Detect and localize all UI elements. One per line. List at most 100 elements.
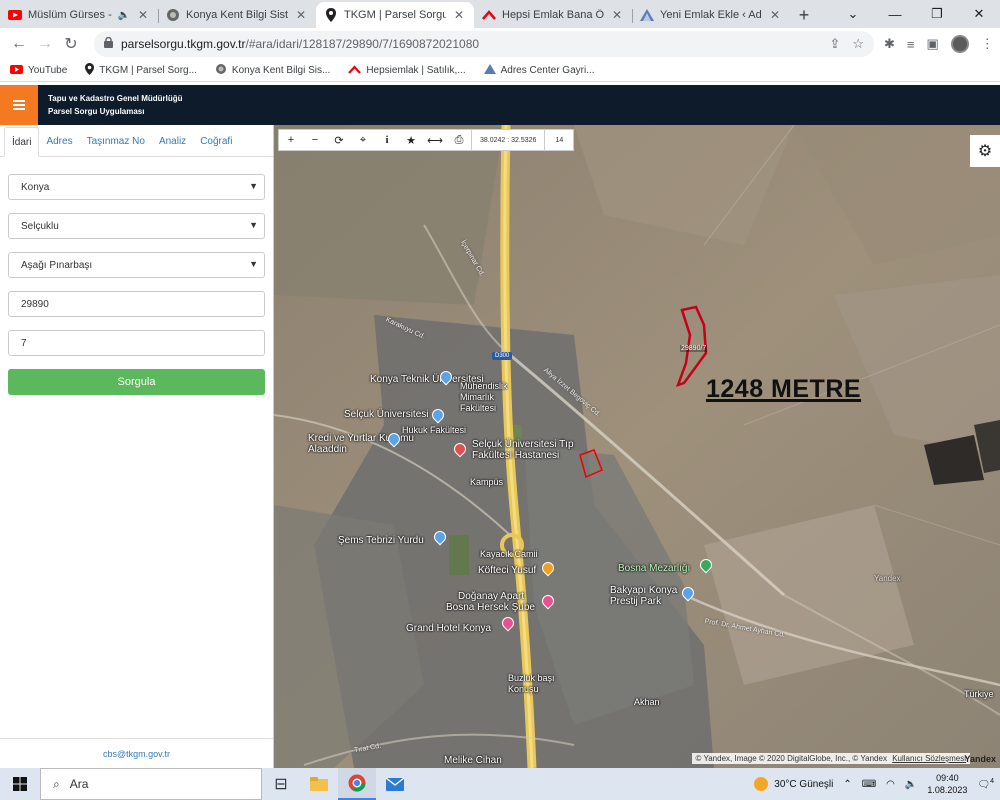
hamburger-icon <box>13 100 25 110</box>
sorgula-button[interactable]: Sorgula <box>8 369 265 395</box>
forward-icon[interactable]: → <box>32 35 58 53</box>
poi-label[interactable]: Kampüs <box>470 477 503 488</box>
close-window-icon[interactable]: ✕ <box>958 0 1000 28</box>
refresh-icon[interactable]: ⟳ <box>327 134 351 147</box>
bookmark-tkgm[interactable]: TKGM | Parsel Sorg... <box>85 63 197 78</box>
app-header: Tapu ve Kadastro Genel Müdürlüğü Parsel … <box>0 85 1000 125</box>
start-button[interactable] <box>0 777 40 791</box>
adres-icon <box>483 64 496 77</box>
parsel-input[interactable]: 7 <box>8 330 265 356</box>
il-select[interactable]: Konya ▼ <box>8 174 265 200</box>
browser-tab-4[interactable]: Hepsi Emlak Bana Özel ✕ <box>474 2 632 28</box>
poi-label[interactable]: Selçuk Üniversitesi <box>344 409 428 420</box>
poi-label[interactable]: Doğanay Apart <box>458 591 524 602</box>
share-icon[interactable]: ⇪ <box>829 36 840 52</box>
clock[interactable]: 09:40 1.08.2023 <box>927 772 967 796</box>
mahalle-select[interactable]: Aşağı Pınarbaşı ▼ <box>8 252 265 278</box>
ilce-select[interactable]: Selçuklu ▼ <box>8 213 265 239</box>
task-view-icon[interactable]: ⊟ <box>262 768 300 800</box>
info-icon[interactable]: i <box>375 134 399 146</box>
media-control-icon[interactable]: ≡ <box>907 37 915 52</box>
print-icon[interactable]: ⎙ <box>447 134 471 147</box>
bookmarks-bar: YouTube TKGM | Parsel Sorg... Konya Kent… <box>0 60 1000 82</box>
map-view[interactable]: + − ⟳ ⌖ i ★ ⟷ ⎙ 38.0242 : 32.5326 14 ⚙ D… <box>274 125 1000 768</box>
favorite-star-icon[interactable]: ★ <box>399 134 423 147</box>
map-toolbar: + − ⟳ ⌖ i ★ ⟷ ⎙ 38.0242 : 32.5326 14 <box>278 129 575 151</box>
tab-tasinmaz-no[interactable]: Taşınmaz No <box>80 126 152 156</box>
ada-input[interactable]: 29890 <box>8 291 265 317</box>
tab-title: Konya Kent Bilgi Sistemi <box>186 9 288 21</box>
poi-label[interactable]: Selçuk Üniversitesi Tıp Fakültesi Hastan… <box>472 439 602 461</box>
restore-icon[interactable]: ❐ <box>916 0 958 28</box>
close-icon[interactable]: ✕ <box>136 8 150 22</box>
poi-label[interactable]: Bosna Hersek Şube <box>446 602 535 613</box>
back-icon[interactable]: ← <box>6 35 32 53</box>
measure-icon[interactable]: ⟷ <box>423 134 447 147</box>
kebab-menu-icon[interactable]: ⋮ <box>981 36 994 52</box>
poi-label[interactable]: Melike Cihan <box>444 755 502 766</box>
notification-icon[interactable]: 🗨4 <box>977 778 994 790</box>
hepsiemlak-icon <box>348 64 362 77</box>
poi-label[interactable]: Şems Tebrizi Yurdu <box>338 535 424 546</box>
browser-tab-1[interactable]: Müslüm Gürses - Yıllar 🔈 ✕ <box>0 2 158 28</box>
bookmark-adres[interactable]: Adres Center Gayri... <box>483 64 595 77</box>
bookmark-kbs[interactable]: Konya Kent Bilgi Sis... <box>215 63 330 78</box>
close-icon[interactable]: ✕ <box>452 8 466 22</box>
close-icon[interactable]: ✕ <box>294 8 308 22</box>
poi-label[interactable]: Grand Hotel Konya <box>406 623 491 634</box>
wifi-icon[interactable]: ◠ <box>886 779 895 790</box>
hamburger-menu-button[interactable] <box>0 85 38 125</box>
poi-label[interactable]: Bakyapı Konya Prestij Park <box>610 585 690 607</box>
locate-icon[interactable]: ⌖ <box>351 134 375 147</box>
poi-label[interactable]: Kredi ve Yurtlar Kurumu Alaaddin <box>308 433 418 455</box>
bookmark-youtube[interactable]: YouTube <box>10 64 67 77</box>
browser-tab-5[interactable]: Yeni Emlak Ekle ‹ Adres C ✕ <box>632 2 790 28</box>
tab-cografi[interactable]: Coğrafi <box>193 126 239 156</box>
tab-analiz[interactable]: Analiz <box>152 126 193 156</box>
tab-adres[interactable]: Adres <box>39 126 79 156</box>
minimize-icon[interactable]: — <box>874 0 916 28</box>
tab-idari[interactable]: İdari <box>4 127 40 157</box>
side-panel-icon[interactable]: ▣ <box>927 36 939 52</box>
poi-label[interactable]: Mühendislik Mimarlık Fakültesi <box>460 381 520 414</box>
taskbar-search[interactable]: ⌕ Ara <box>40 768 262 800</box>
weather-widget[interactable]: 30°C Güneşli <box>754 777 833 791</box>
bookmark-star-icon[interactable]: ☆ <box>852 36 864 52</box>
panel-footer: cbs@tkgm.gov.tr <box>0 738 273 768</box>
chevron-down-icon: ▼ <box>249 220 258 230</box>
notification-count: 4 <box>990 777 994 785</box>
close-icon[interactable]: ✕ <box>610 8 624 22</box>
map-settings-button[interactable]: ⚙ <box>970 135 1000 167</box>
chrome-icon[interactable] <box>338 768 376 800</box>
keyboard-icon[interactable]: ⌨ <box>862 779 876 790</box>
bookmark-hepsiemlak[interactable]: Hepsiemlak | Satılık,... <box>348 64 466 77</box>
browser-tab-2[interactable]: Konya Kent Bilgi Sistemi ✕ <box>158 2 316 28</box>
weather-text: 30°C Güneşli <box>774 778 834 790</box>
profile-avatar[interactable] <box>950 35 969 53</box>
new-tab-button[interactable]: + <box>790 2 818 28</box>
contact-email-link[interactable]: cbs@tkgm.gov.tr <box>103 749 170 759</box>
poi-label[interactable]: Bosna Mezarlığı <box>618 563 690 574</box>
file-explorer-icon[interactable] <box>300 768 338 800</box>
tab-search-icon[interactable]: ⌄ <box>832 0 874 28</box>
close-icon[interactable]: ✕ <box>768 8 782 22</box>
chevron-up-icon[interactable]: ⌃ <box>843 779 851 790</box>
volume-icon[interactable]: 🔈 <box>905 779 917 790</box>
url-input[interactable]: parselsorgu.tkgm.gov.tr/#ara/idari/12818… <box>94 31 874 57</box>
poi-label[interactable]: Akhan <box>634 697 660 708</box>
browser-tab-3[interactable]: TKGM | Parsel Sorgu Uyg ✕ <box>316 2 474 28</box>
poi-label[interactable]: Buzluk başı Konuşu <box>508 673 564 695</box>
reload-icon[interactable]: ↻ <box>58 34 84 54</box>
zoom-out-icon[interactable]: − <box>303 134 327 146</box>
mail-icon[interactable] <box>376 768 414 800</box>
lock-icon[interactable] <box>104 36 113 51</box>
poi-label[interactable]: Köfteci Yusuf <box>478 565 536 576</box>
extensions-icon[interactable]: ✱ <box>884 36 895 52</box>
il-value: Konya <box>21 181 50 193</box>
bookmark-label: Adres Center Gayri... <box>500 65 595 76</box>
speaker-icon[interactable]: 🔈 <box>118 10 130 21</box>
road-badge: D300 <box>492 352 513 360</box>
zoom-in-icon[interactable]: + <box>279 134 303 146</box>
poi-label[interactable]: Kayacık Camii <box>480 549 538 560</box>
terms-link[interactable]: Kullanıcı Sözleşmesi <box>892 754 966 763</box>
